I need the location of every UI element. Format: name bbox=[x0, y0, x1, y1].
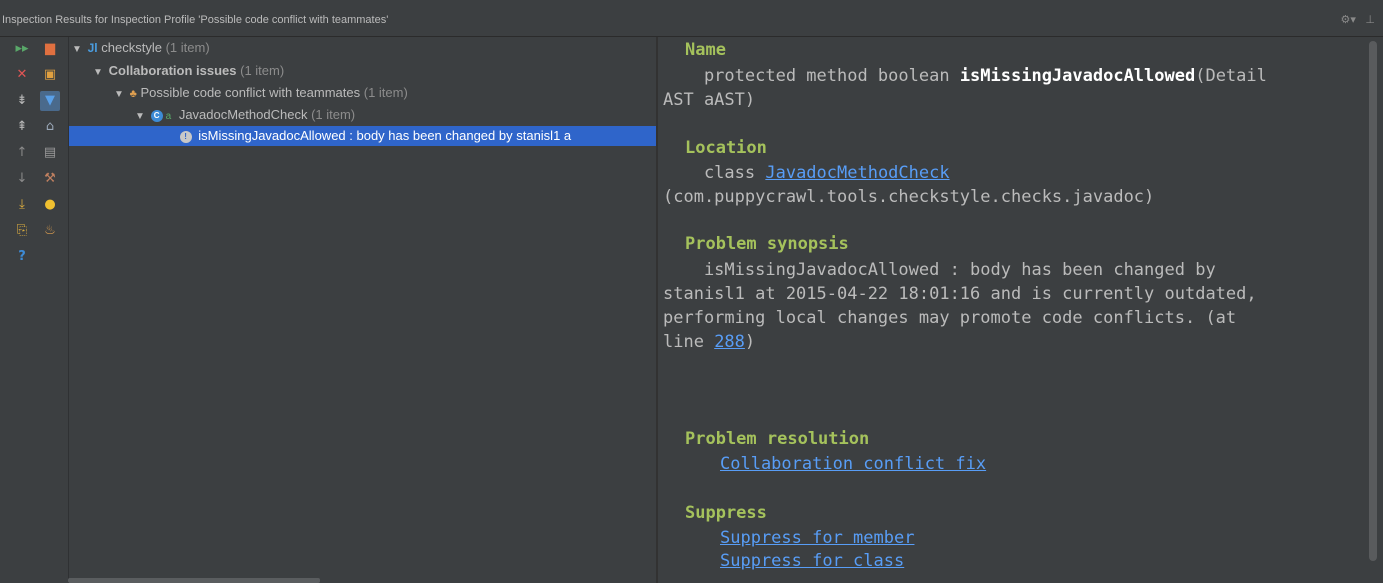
synopsis-line: performing local changes may promote cod… bbox=[663, 308, 1237, 328]
scrollbar-thumb[interactable] bbox=[1369, 41, 1377, 561]
tree-node-collaboration-issues[interactable]: ▼ Collaboration issues (1 item) bbox=[69, 61, 656, 81]
warning-icon: ! bbox=[179, 130, 192, 143]
chevron-down-icon[interactable]: ▼ bbox=[93, 63, 105, 83]
problem-details-panel: Name protected method boolean isMissingJ… bbox=[658, 37, 1366, 583]
chevron-down-icon[interactable]: ▼ bbox=[135, 107, 147, 127]
method-signature: protected method boolean isMissingJavado… bbox=[663, 66, 1267, 86]
filter-icon[interactable]: ▼ bbox=[40, 91, 60, 111]
tree-node-inspection[interactable]: ▼ ♣ Possible code conflict with teammate… bbox=[69, 83, 656, 103]
inspection-toolbar: ▸▸ ✕ ⇟ ⇞ ↑ ↓ ⤓ ⎘ ? ▆ ▣ ▼ ⌂ ▤ ⚒ ● ♨ bbox=[0, 37, 68, 583]
access-icon: a bbox=[165, 111, 172, 122]
lock-icon[interactable]: ⌂ bbox=[40, 117, 60, 137]
teammate-icon: ♣ bbox=[129, 88, 137, 100]
tree-node-problem[interactable]: ! isMissingJavadocAllowed : body has bee… bbox=[69, 126, 656, 146]
suppress-class-line: Suppress for class bbox=[720, 549, 904, 573]
chevron-down-icon[interactable]: ▼ bbox=[72, 40, 84, 60]
tree-node-label: Collaboration issues bbox=[108, 63, 237, 78]
settings-icon[interactable]: ⚒ bbox=[40, 169, 60, 189]
export-icon[interactable]: ⤓ bbox=[12, 195, 32, 215]
suppress-member-line: Suppress for member bbox=[720, 526, 914, 550]
expand-all-icon[interactable]: ⇟ bbox=[12, 91, 32, 111]
chevron-down-icon[interactable]: ▼ bbox=[114, 85, 126, 105]
tree-node-label: isMissingJavadocAllowed : body has been … bbox=[198, 128, 572, 143]
suppress-header: Suppress bbox=[685, 503, 767, 523]
prev-icon[interactable]: ↑ bbox=[12, 143, 32, 163]
location-class-line: class JavadocMethodCheck bbox=[663, 163, 950, 183]
help-icon[interactable]: ? bbox=[12, 247, 32, 267]
group-by-directory-icon[interactable]: ▣ bbox=[40, 65, 60, 85]
inspection-tree: ▼ Jl checkstyle (1 item) ▼ Collaboration… bbox=[69, 37, 656, 583]
suppress-class-link[interactable]: Suppress for class bbox=[720, 551, 904, 571]
location-header: Location bbox=[685, 138, 767, 158]
hide-icon[interactable]: ⊥ bbox=[1365, 13, 1375, 26]
method-name: isMissingJavadocAllowed bbox=[959, 66, 1196, 86]
location-package: (com.puppycrawl.tools.checkstyle.checks.… bbox=[663, 187, 1155, 207]
close-icon[interactable]: ✕ bbox=[12, 65, 32, 85]
autoscroll-icon[interactable]: ▤ bbox=[40, 143, 60, 163]
suppress-member-link[interactable]: Suppress for member bbox=[720, 528, 914, 548]
tree-node-checkstyle[interactable]: ▼ Jl checkstyle (1 item) bbox=[69, 38, 656, 58]
class-icon: C bbox=[150, 109, 163, 122]
resolution-header: Problem resolution bbox=[685, 429, 870, 449]
synopsis-line: line 288) bbox=[663, 332, 756, 352]
synopsis-header: Problem synopsis bbox=[685, 234, 849, 254]
collaboration-fix-link[interactable]: Collaboration conflict fix bbox=[720, 454, 986, 474]
suppress-icon[interactable]: ♨ bbox=[40, 221, 60, 241]
synopsis-line: isMissingJavadocAllowed : body has been … bbox=[663, 260, 1216, 280]
group-by-severity-icon[interactable]: ▆ bbox=[40, 39, 60, 59]
rerun-icon[interactable]: ▸▸ bbox=[12, 39, 32, 59]
resolution-line: Collaboration conflict fix bbox=[720, 452, 986, 476]
item-count: (1 item) bbox=[363, 85, 408, 100]
collapse-all-icon[interactable]: ⇞ bbox=[12, 117, 32, 137]
item-count: (1 item) bbox=[165, 40, 210, 55]
module-icon: Jl bbox=[87, 41, 98, 55]
tree-node-label: checkstyle bbox=[101, 40, 162, 55]
synopsis-line: stanisl1 at 2015-04-22 18:01:16 and is c… bbox=[663, 284, 1257, 304]
item-count: (1 item) bbox=[311, 107, 356, 122]
next-icon[interactable]: ↓ bbox=[12, 169, 32, 189]
class-link[interactable]: JavadocMethodCheck bbox=[765, 163, 949, 183]
line-link[interactable]: 288 bbox=[714, 332, 745, 352]
title-bar: Inspection Results for Inspection Profil… bbox=[0, 0, 1383, 36]
method-signature-cont: AST aAST) bbox=[663, 90, 756, 110]
tree-node-class[interactable]: ▼ Ca JavadocMethodCheck (1 item) bbox=[69, 105, 656, 125]
vertical-scrollbar[interactable] bbox=[1366, 37, 1383, 583]
edit-settings-icon[interactable]: ⎘ bbox=[12, 221, 32, 241]
quick-fix-icon[interactable]: ● bbox=[40, 195, 60, 215]
horizontal-scrollbar[interactable] bbox=[68, 578, 320, 583]
item-count: (1 item) bbox=[240, 63, 285, 78]
window-title: Inspection Results for Inspection Profil… bbox=[2, 14, 389, 26]
gear-icon[interactable]: ⚙▾ bbox=[1341, 13, 1356, 26]
name-header: Name bbox=[685, 40, 726, 60]
tree-node-label: JavadocMethodCheck bbox=[178, 107, 308, 122]
tree-node-label: Possible code conflict with teammates bbox=[140, 85, 361, 100]
